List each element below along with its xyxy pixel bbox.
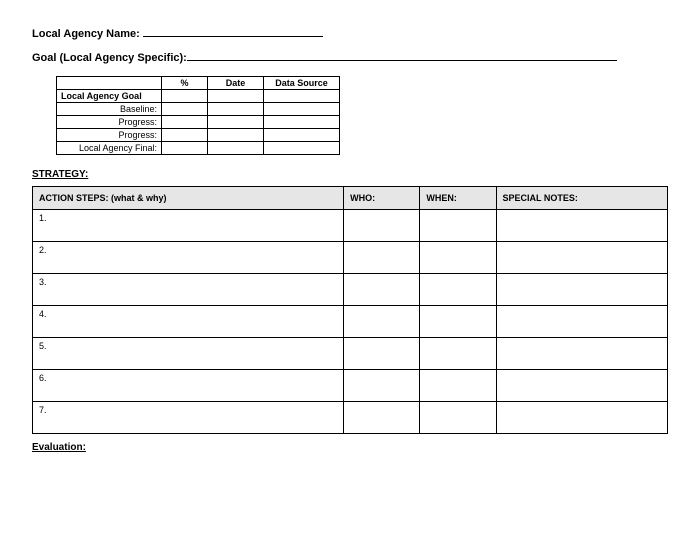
action-row: 6. <box>33 370 668 402</box>
goal-table-cell[interactable] <box>264 116 340 129</box>
action-cell-when[interactable] <box>420 402 496 434</box>
action-cell-notes[interactable] <box>496 242 667 274</box>
agency-name-blank[interactable] <box>143 36 323 37</box>
action-cell-notes[interactable] <box>496 370 667 402</box>
goal-table-cell[interactable] <box>208 116 264 129</box>
goal-table-header-source: Data Source <box>264 77 340 90</box>
goal-table-cell[interactable] <box>162 103 208 116</box>
goal-table-cell[interactable] <box>264 129 340 142</box>
action-cell-step[interactable]: 2. <box>33 242 344 274</box>
action-cell-step[interactable]: 5. <box>33 338 344 370</box>
goal-table-cell[interactable] <box>162 129 208 142</box>
action-cell-when[interactable] <box>420 274 496 306</box>
action-cell-when[interactable] <box>420 242 496 274</box>
goal-table-cell[interactable] <box>162 116 208 129</box>
action-table-header-row: ACTION STEPS: (what & why) WHO: WHEN: SP… <box>33 187 668 210</box>
goal-table-cell[interactable] <box>208 129 264 142</box>
action-cell-who[interactable] <box>344 338 420 370</box>
action-header-who: WHO: <box>344 187 420 210</box>
action-row: 1. <box>33 210 668 242</box>
goal-blank[interactable] <box>187 60 617 61</box>
strategy-heading: STRATEGY: <box>32 169 668 180</box>
goal-table-cell[interactable] <box>208 142 264 155</box>
action-cell-who[interactable] <box>344 306 420 338</box>
goal-table-cell[interactable] <box>162 142 208 155</box>
action-row: 3. <box>33 274 668 306</box>
goal-table-row-label: Local Agency Final: <box>57 142 162 155</box>
goal-table-header-date: Date <box>208 77 264 90</box>
action-cell-step[interactable]: 6. <box>33 370 344 402</box>
action-header-notes: SPECIAL NOTES: <box>496 187 667 210</box>
agency-name-label: Local Agency Name: <box>32 28 140 40</box>
action-cell-notes[interactable] <box>496 274 667 306</box>
goal-table-cell[interactable] <box>264 142 340 155</box>
action-table: ACTION STEPS: (what & why) WHO: WHEN: SP… <box>32 186 668 434</box>
action-cell-when[interactable] <box>420 210 496 242</box>
goal-field: Goal (Local Agency Specific): <box>32 52 668 64</box>
agency-name-field: Local Agency Name: <box>32 28 668 40</box>
goal-table-row-label: Progress: <box>57 116 162 129</box>
action-cell-notes[interactable] <box>496 306 667 338</box>
goal-table-header-row: % Date Data Source <box>57 77 340 90</box>
evaluation-heading: Evaluation: <box>32 442 668 453</box>
goal-table-cell[interactable] <box>162 90 208 103</box>
action-cell-notes[interactable] <box>496 402 667 434</box>
action-cell-who[interactable] <box>344 402 420 434</box>
goal-table-cell[interactable] <box>208 90 264 103</box>
goal-table-cell[interactable] <box>208 103 264 116</box>
action-cell-who[interactable] <box>344 274 420 306</box>
action-cell-who[interactable] <box>344 210 420 242</box>
goal-label: Goal (Local Agency Specific): <box>32 52 187 64</box>
action-row: 7. <box>33 402 668 434</box>
goal-table-cell[interactable] <box>264 103 340 116</box>
goal-table-cell[interactable] <box>264 90 340 103</box>
goal-table-corner <box>57 77 162 90</box>
action-cell-step[interactable]: 7. <box>33 402 344 434</box>
action-cell-step[interactable]: 1. <box>33 210 344 242</box>
action-row: 4. <box>33 306 668 338</box>
action-cell-notes[interactable] <box>496 338 667 370</box>
goal-table-row: Progress: <box>57 116 340 129</box>
action-cell-when[interactable] <box>420 370 496 402</box>
goal-table-row: Local Agency Final: <box>57 142 340 155</box>
goal-table-row-label: Progress: <box>57 129 162 142</box>
action-header-action: ACTION STEPS: (what & why) <box>33 187 344 210</box>
goal-table: % Date Data Source Local Agency Goal Bas… <box>56 76 340 155</box>
action-cell-who[interactable] <box>344 370 420 402</box>
action-cell-step[interactable]: 3. <box>33 274 344 306</box>
action-cell-notes[interactable] <box>496 210 667 242</box>
action-header-when: WHEN: <box>420 187 496 210</box>
action-row: 5. <box>33 338 668 370</box>
goal-table-header-pct: % <box>162 77 208 90</box>
action-cell-who[interactable] <box>344 242 420 274</box>
goal-table-title-row: Local Agency Goal <box>57 90 340 103</box>
goal-table-row: Baseline: <box>57 103 340 116</box>
action-cell-when[interactable] <box>420 338 496 370</box>
goal-table-row: Progress: <box>57 129 340 142</box>
goal-table-row-header: Local Agency Goal <box>57 90 162 103</box>
action-cell-when[interactable] <box>420 306 496 338</box>
action-row: 2. <box>33 242 668 274</box>
goal-table-row-label: Baseline: <box>57 103 162 116</box>
action-cell-step[interactable]: 4. <box>33 306 344 338</box>
